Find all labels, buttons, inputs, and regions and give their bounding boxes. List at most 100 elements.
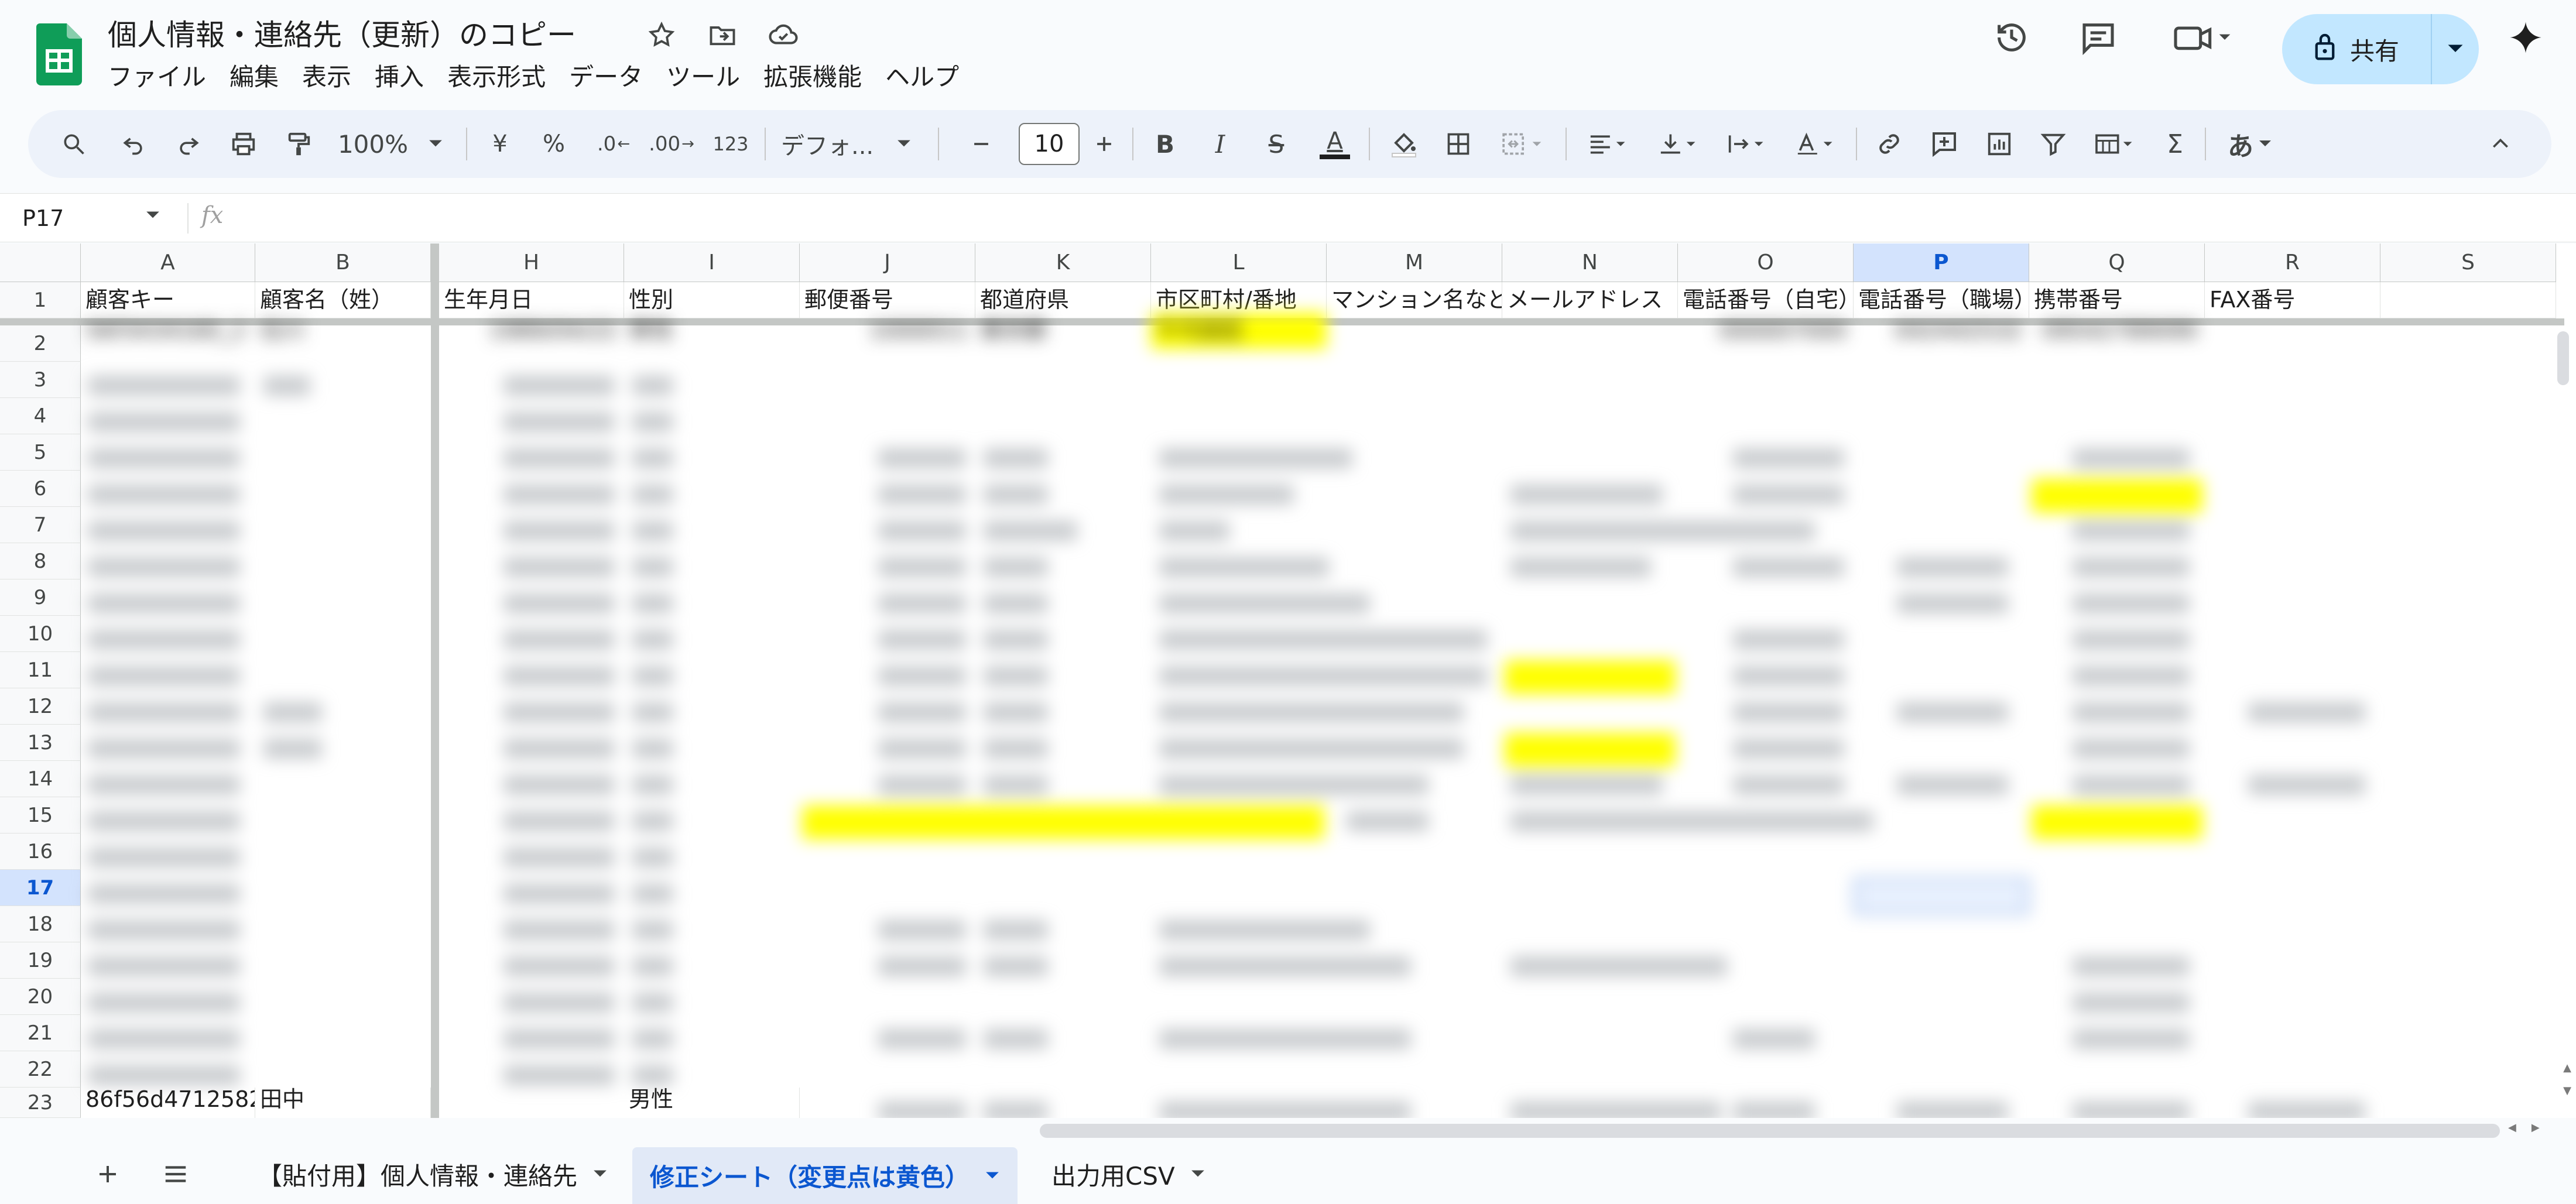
cloud-status-icon[interactable] (766, 18, 801, 53)
valign-icon[interactable] (1650, 110, 1708, 178)
undo-icon[interactable] (114, 110, 153, 178)
cell-j2[interactable]: 1000011 (800, 313, 975, 349)
menu-edit[interactable]: 編集 (229, 61, 289, 94)
document-title[interactable]: 個人情報・連絡先（更新）のコピー (108, 16, 576, 54)
select-all-corner[interactable] (0, 243, 81, 282)
menu-tools[interactable]: ツール (666, 61, 751, 94)
name-box-dropdown-icon[interactable] (145, 210, 160, 223)
header-cell-email[interactable]: メールアドレス (1502, 282, 1678, 318)
cell-h2[interactable]: 1989/04/22 (439, 313, 624, 349)
horizontal-scrollbar-thumb[interactable] (1040, 1124, 2500, 1138)
sheets-logo-icon[interactable] (36, 23, 82, 85)
text-rotate-icon[interactable] (1787, 110, 1845, 178)
share-dropdown-icon[interactable] (2432, 43, 2479, 55)
align-left-icon[interactable] (1580, 110, 1638, 178)
column-header-s[interactable]: S (2380, 243, 2556, 282)
menu-extensions[interactable]: 拡張機能 (763, 61, 872, 94)
header-cell-s[interactable] (2380, 282, 2556, 318)
column-header-o[interactable]: O (1678, 243, 1854, 282)
column-header-j[interactable]: J (800, 243, 975, 282)
print-icon[interactable] (224, 110, 263, 178)
menu-data[interactable]: データ (569, 61, 653, 94)
font-dropdown-icon[interactable] (892, 110, 916, 178)
history-icon[interactable] (1991, 16, 2033, 59)
cell-k2[interactable]: 東京都 (975, 313, 1151, 349)
share-button[interactable]: 共有 (2282, 14, 2479, 84)
decrease-font-size-icon[interactable] (965, 110, 998, 178)
column-header-m[interactable]: M (1327, 243, 1502, 282)
collapse-icon[interactable] (2481, 110, 2520, 178)
selected-cell-p17[interactable] (1854, 878, 2029, 914)
cell-l2[interactable]: 千代田区 (1151, 313, 1327, 349)
star-icon[interactable] (644, 18, 679, 53)
italic-button[interactable]: I (1201, 110, 1239, 178)
vertical-scrollbar-thumb[interactable] (2557, 331, 2569, 385)
column-header-r[interactable]: R (2205, 243, 2380, 282)
currency-format-button[interactable]: ¥ (482, 110, 518, 178)
row-header-1[interactable]: 1 (0, 282, 81, 318)
vertical-scroll-arrows[interactable]: ▲ ▼ (2562, 1062, 2572, 1114)
highlight-j15-l15[interactable] (802, 805, 1324, 839)
sheet-tab-revision[interactable]: 修正シート（変更点は黄色） (632, 1147, 1018, 1204)
all-sheets-icon[interactable] (153, 1152, 198, 1196)
cell-b2[interactable]: 石川 (255, 313, 431, 349)
highlight-q15[interactable] (2032, 805, 2202, 839)
menu-format[interactable]: 表示形式 (447, 61, 556, 94)
column-header-n[interactable]: N (1502, 243, 1678, 282)
borders-icon[interactable] (1439, 110, 1478, 178)
add-comment-icon[interactable] (1925, 110, 1964, 178)
horizontal-scroll-arrows[interactable]: ◀ ▶ (2508, 1121, 2540, 1134)
functions-icon[interactable]: Σ (2156, 110, 2194, 178)
redo-icon[interactable] (169, 110, 208, 178)
paint-format-icon[interactable] (279, 110, 318, 178)
font-size-input[interactable]: 10 (1019, 123, 1080, 165)
cell-a2[interactable]: 56f3434160_2 (81, 313, 255, 349)
menu-view[interactable]: 表示 (302, 61, 362, 94)
menu-help[interactable]: ヘルプ (885, 61, 970, 94)
zoom-dropdown-icon[interactable] (424, 110, 447, 178)
column-header-k[interactable]: K (975, 243, 1151, 282)
column-header-b[interactable]: B (255, 243, 431, 282)
highlight-n13[interactable] (1505, 733, 1676, 767)
highlight-n11[interactable] (1505, 660, 1676, 694)
merge-icon[interactable] (1492, 110, 1556, 178)
cell-b23[interactable]: 田中 (255, 1088, 431, 1118)
move-folder-icon[interactable] (705, 18, 740, 53)
search-icon[interactable] (54, 110, 94, 178)
meet-icon[interactable] (2169, 16, 2239, 59)
more-formats-button[interactable]: 123 (707, 110, 754, 178)
menu-insert[interactable]: 挿入 (375, 61, 434, 94)
cell-q2[interactable]: 09542789090 (2029, 313, 2205, 349)
filter-icon[interactable] (2034, 110, 2073, 178)
fill-color-icon[interactable] (1383, 110, 1425, 178)
cell-a23[interactable]: 86f56d4712582 (81, 1088, 255, 1118)
text-color-button[interactable]: A (1314, 110, 1356, 178)
add-sheet-icon[interactable] (85, 1152, 130, 1196)
highlight-q6[interactable] (2032, 479, 2202, 513)
font-select[interactable]: デフォ... (781, 110, 892, 178)
sheet-tab-paste[interactable]: 【貼付用】個人情報・連絡先 (240, 1147, 625, 1201)
increase-font-size-icon[interactable] (1088, 110, 1121, 178)
increase-decimal-button[interactable]: .00 → (645, 110, 698, 178)
input-tools-button[interactable]: あ (2218, 110, 2282, 178)
formula-input[interactable] (246, 202, 2529, 235)
link-icon[interactable] (1870, 110, 1909, 178)
strikethrough-button[interactable]: S (1258, 110, 1295, 178)
percent-format-button[interactable]: % (536, 110, 571, 178)
column-header-q[interactable]: Q (2029, 243, 2205, 282)
zoom-select[interactable]: 100% (335, 110, 411, 178)
gemini-icon[interactable] (2505, 16, 2547, 59)
column-header-i[interactable]: I (624, 243, 800, 282)
column-header-a[interactable]: A (81, 243, 255, 282)
header-cell-fax[interactable]: FAX番号 (2205, 282, 2380, 318)
sheet-tab-csv[interactable]: 出力用CSV (1034, 1147, 1223, 1201)
decrease-decimal-button[interactable]: .0 ← (590, 110, 637, 178)
text-wrap-icon[interactable] (1718, 110, 1776, 178)
filter-views-icon[interactable] (2087, 110, 2145, 178)
cell-p2[interactable]: 042442532 (1854, 313, 2029, 349)
chart-icon[interactable] (1980, 110, 2019, 178)
cell-i23[interactable]: 男性 (624, 1088, 800, 1118)
column-header-l[interactable]: L (1151, 243, 1327, 282)
bold-button[interactable]: B (1146, 110, 1184, 178)
comment-icon[interactable] (2077, 16, 2119, 59)
